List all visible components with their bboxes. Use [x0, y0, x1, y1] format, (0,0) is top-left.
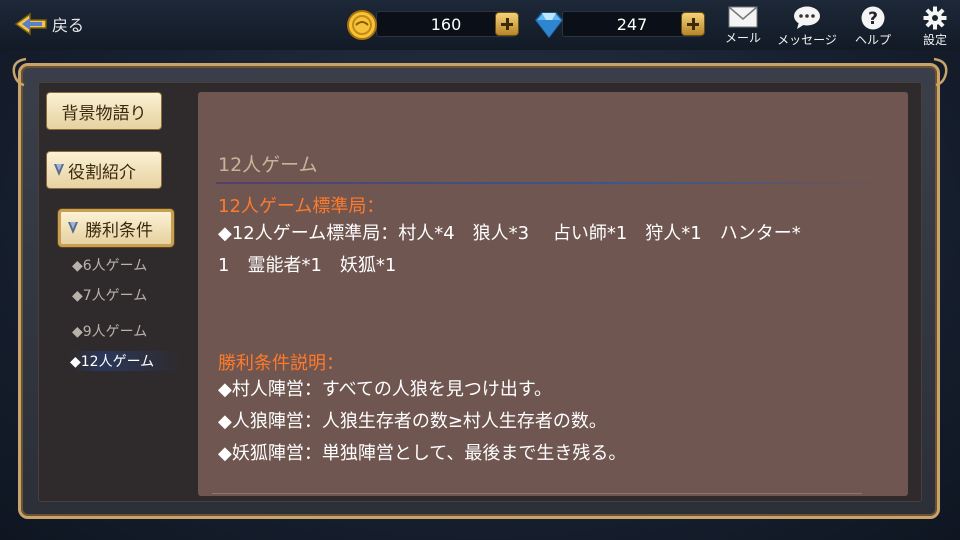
top-bar: 戻る 160 247 メール メッセージ ? ヘルプ 設定	[0, 0, 960, 50]
rule-werewolf: ◆人狼陣営：人狼生存者の数≥村人生存者の数。	[218, 411, 607, 432]
bottom-divider	[212, 493, 862, 494]
rule-villager: ◆村人陣営：すべての人狼を見つけ出す。	[218, 379, 553, 400]
content-panel: 12人ゲーム 12人ゲーム標準局： ◆12人ゲーム標準局：村人*4 狼人*3 占…	[198, 92, 908, 496]
back-arrow-icon	[14, 12, 47, 36]
section-heading-standard: 12人ゲーム標準局：	[218, 196, 385, 217]
message-button[interactable]: メッセージ	[776, 6, 838, 48]
background-story-label: 背景物語り	[61, 103, 147, 124]
rule-fox: ◆妖狐陣営：単独陣営として、最後まで生き残る。	[218, 443, 627, 464]
win-conditions-label: 勝利条件	[85, 220, 153, 241]
section-heading-win: 勝利条件説明：	[218, 353, 344, 374]
add-gems-button[interactable]	[681, 12, 705, 36]
frame-ornament-left	[12, 57, 27, 87]
diamond-icon	[535, 12, 563, 39]
settings-label: 設定	[922, 33, 947, 47]
sub-item-12-player[interactable]: ◆12人ゲーム	[70, 351, 180, 371]
role-composition-line-2: 1 霊能者*1 妖狐*1	[218, 255, 397, 276]
sub-item-9-player[interactable]: ◆9人ゲーム	[72, 321, 147, 341]
chevron-down-icon	[68, 222, 78, 234]
frame-ornament-right	[933, 57, 948, 87]
back-button[interactable]: 戻る	[14, 10, 84, 38]
gem-counter: 247	[532, 9, 712, 39]
gear-icon	[923, 6, 947, 30]
gold-coin-icon	[347, 10, 377, 40]
gold-counter: 160	[346, 9, 526, 40]
message-label: メッセージ	[777, 33, 837, 47]
help-label: ヘルプ	[854, 33, 891, 47]
chat-bubble-icon	[794, 6, 820, 29]
content-title: 12人ゲーム	[218, 154, 318, 176]
help-icon: ?	[861, 6, 885, 30]
background-story-button[interactable]: 背景物語り	[46, 92, 162, 130]
chevron-down-icon	[54, 164, 64, 176]
add-gold-button[interactable]	[495, 12, 519, 36]
sub-item-7-player[interactable]: ◆7人ゲーム	[72, 285, 147, 305]
mail-icon	[728, 6, 758, 28]
settings-button[interactable]: 設定	[910, 6, 960, 48]
mail-label: メール	[724, 31, 761, 45]
svg-text:?: ?	[868, 9, 878, 29]
help-button[interactable]: ? ヘルプ	[844, 6, 902, 48]
title-divider	[216, 182, 886, 184]
role-intro-label: 役割紹介	[68, 162, 136, 183]
win-conditions-button[interactable]: 勝利条件	[58, 209, 174, 247]
mail-button[interactable]: メール	[714, 6, 772, 46]
role-intro-button[interactable]: 役割紹介	[46, 151, 162, 189]
sub-item-6-player[interactable]: ◆6人ゲーム	[72, 255, 147, 275]
back-label: 戻る	[52, 16, 85, 35]
role-composition-line-1: ◆12人ゲーム標準局：村人*4 狼人*3 占い師*1 狩人*1 ハンター*	[218, 223, 801, 244]
